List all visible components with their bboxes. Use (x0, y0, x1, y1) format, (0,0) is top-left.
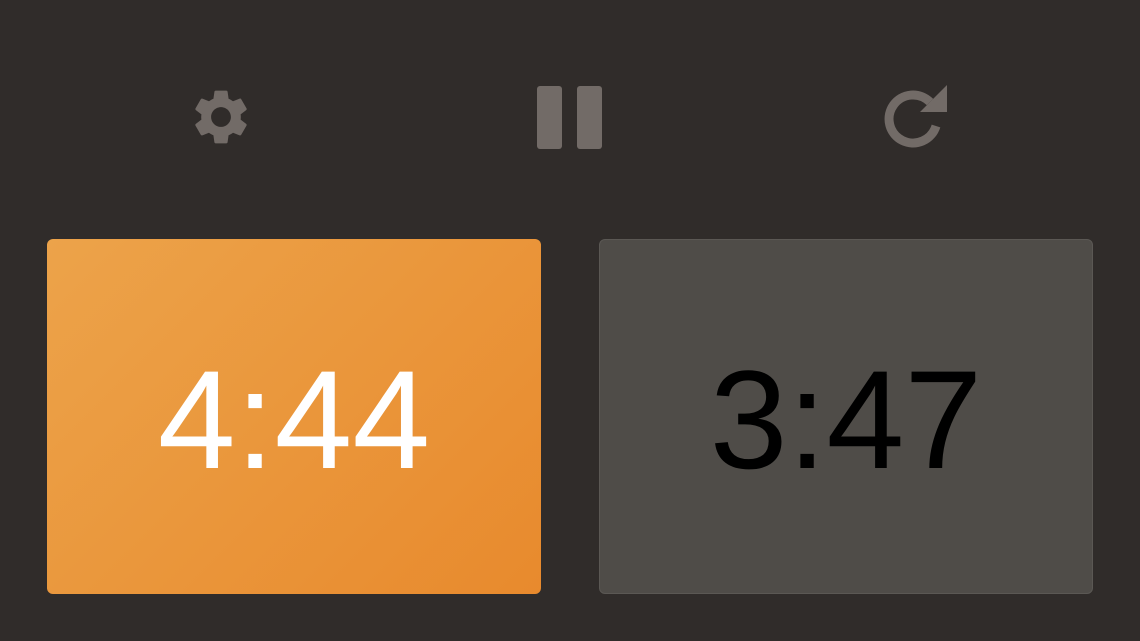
chess-clock-app: 4:44 3:47 (0, 0, 1140, 641)
gear-icon (195, 90, 247, 144)
player1-clock[interactable]: 4:44 (47, 239, 541, 594)
player2-clock[interactable]: 3:47 (599, 239, 1093, 594)
reset-button[interactable] (882, 80, 956, 154)
player2-time: 3:47 (709, 340, 983, 498)
settings-button[interactable] (184, 80, 258, 154)
pause-icon (537, 86, 602, 149)
pause-button[interactable] (533, 80, 607, 154)
reset-icon (884, 85, 947, 148)
player1-time: 4:44 (157, 340, 431, 498)
